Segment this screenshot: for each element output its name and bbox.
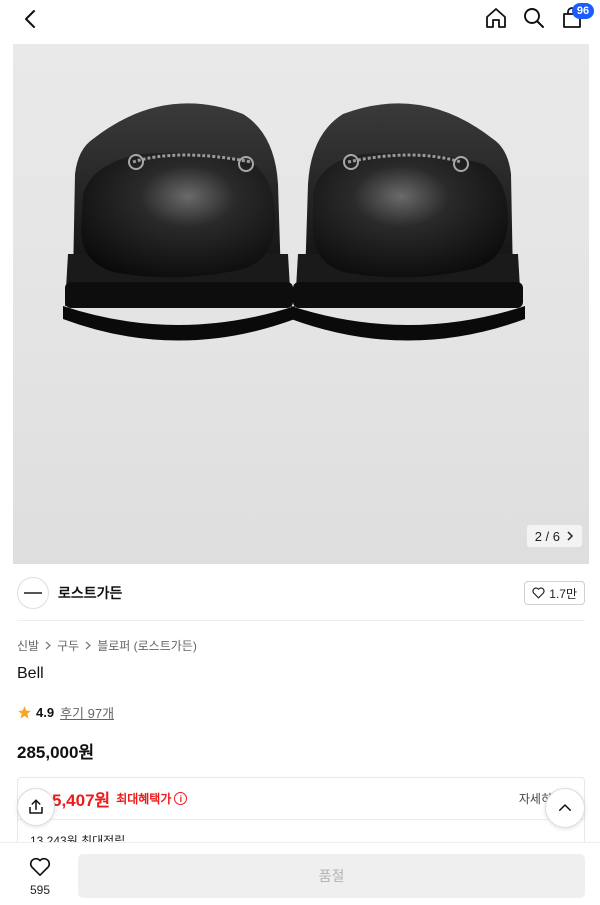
max-benefit-price: 5,407원 <box>52 791 111 810</box>
cart-count-badge: 96 <box>572 3 594 19</box>
search-icon <box>524 8 544 28</box>
product-photo <box>63 103 525 341</box>
chevron-up-icon <box>559 804 571 811</box>
cart-button[interactable]: 96 <box>558 3 594 32</box>
share-icon <box>29 799 43 814</box>
rating-row: 4.9 후기 97개 <box>17 703 114 722</box>
chevron-right-icon <box>567 531 574 541</box>
heart-icon <box>532 587 545 599</box>
sold-out-button[interactable]: 품절 <box>78 854 585 898</box>
star-icon <box>18 706 31 719</box>
bottom-action-bar: 595 품절 <box>0 842 600 905</box>
chevron-right-icon <box>43 641 53 651</box>
divider <box>17 620 585 621</box>
scroll-top-button[interactable] <box>545 788 585 828</box>
breadcrumb-item[interactable]: 블로퍼 (로스트가든) <box>97 637 197 654</box>
max-benefit-label: 최대혜택가 <box>116 792 172 806</box>
breadcrumb-item[interactable]: 구두 <box>57 637 79 654</box>
chevron-left-icon <box>25 10 35 28</box>
brand-like-count: 1.7만 <box>549 586 577 601</box>
home-button[interactable] <box>482 4 510 32</box>
breadcrumb-item[interactable]: 신발 <box>17 637 39 654</box>
brand-row: 로스트가든 1.7만 <box>17 574 585 612</box>
product-image-gallery[interactable]: 2 / 6 <box>13 44 589 564</box>
breadcrumb: 신발 구두 블로퍼 (로스트가든) <box>17 637 197 654</box>
brand-name[interactable]: 로스트가든 <box>58 583 122 603</box>
brand-logo[interactable] <box>17 577 49 609</box>
left-shoe <box>63 103 295 341</box>
share-button[interactable] <box>17 788 55 826</box>
top-bar: 96 <box>0 0 600 40</box>
review-count-link[interactable]: 후기 97개 <box>60 703 114 722</box>
image-counter-text: 2 / 6 <box>534 528 560 544</box>
home-icon <box>486 8 506 28</box>
back-button[interactable] <box>18 6 44 32</box>
wish-count: 595 <box>29 883 51 897</box>
rating-value: 4.9 <box>36 705 55 720</box>
product-title: Bell <box>17 665 44 682</box>
search-button[interactable] <box>520 4 548 32</box>
right-shoe <box>291 103 525 341</box>
chevron-right-icon <box>83 641 93 651</box>
image-counter[interactable]: 2 / 6 <box>525 524 583 548</box>
product-price: 285,000원 <box>17 743 95 762</box>
info-icon[interactable]: i <box>174 792 188 805</box>
heart-icon <box>29 857 51 876</box>
wish-button[interactable]: 595 <box>20 857 60 897</box>
brand-like-button[interactable]: 1.7만 <box>524 581 585 605</box>
